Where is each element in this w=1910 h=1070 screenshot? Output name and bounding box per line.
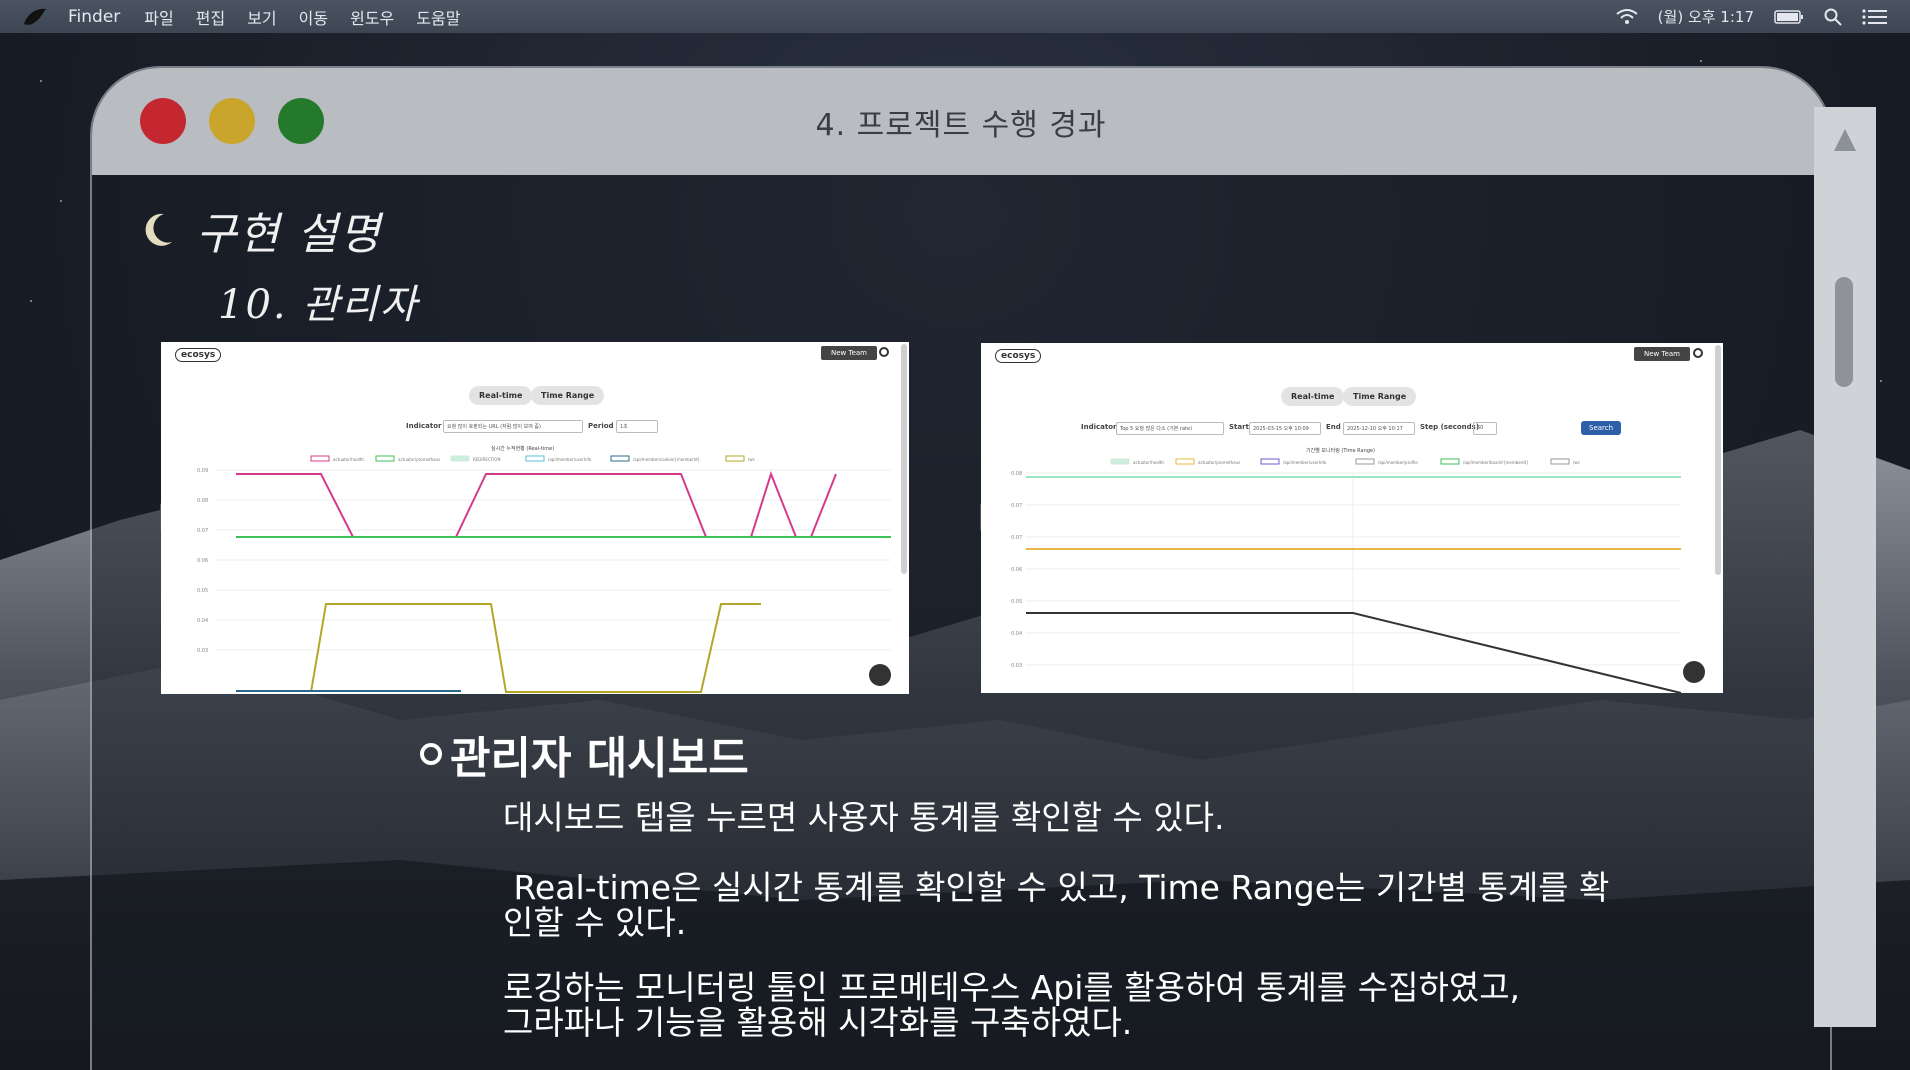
svg-text:actuator/prometheus: actuator/prometheus bbox=[398, 457, 440, 462]
svg-text:/api/member/board/{memberId}: /api/member/board/{memberId} bbox=[1463, 460, 1529, 465]
period-label: Period bbox=[588, 422, 614, 430]
menu-finder[interactable]: Finder bbox=[68, 7, 120, 27]
svg-text:actuator/health: actuator/health bbox=[1133, 460, 1164, 465]
heading-text: 관리자 대시보드 bbox=[450, 733, 749, 784]
time-range-chart: 0.08 0.07 0.07 0.06 0.05 0.04 0.03 actuator/h… bbox=[1011, 458, 1682, 693]
window-title: 4. 프로젝트 수행 경과 bbox=[815, 108, 1107, 143]
user-icon bbox=[879, 347, 889, 357]
paragraph-2: Real-time은 실시간 통계를 확인할 수 있고, Time Range는… bbox=[503, 868, 1610, 942]
paragraph-3-line-1: 로깅하는 모니터링 툴인 프로메테우스 Api를 활용하여 통계를 수집하였고, bbox=[503, 968, 1521, 1007]
svg-text:0.07: 0.07 bbox=[197, 528, 208, 534]
period-select: 1초 bbox=[616, 420, 658, 433]
menu-bar: Finder 파일 편집 보기 이동 윈도우 도움말 (월) 오후 1:17 bbox=[0, 0, 1910, 33]
svg-text:0.07: 0.07 bbox=[1011, 535, 1022, 541]
tab-time-range: Time Range bbox=[531, 386, 605, 405]
svg-text:0.05: 0.05 bbox=[197, 588, 208, 594]
svg-text:/ws: /ws bbox=[748, 457, 755, 462]
battery-icon[interactable] bbox=[1774, 9, 1804, 25]
svg-text:/api/member/profile: /api/member/profile bbox=[1378, 460, 1418, 465]
svg-text:/ws: /ws bbox=[1573, 460, 1580, 465]
scrollbar[interactable] bbox=[1814, 107, 1876, 1027]
paragraph-2-line-2: 인할 수 있다. bbox=[503, 903, 687, 942]
svg-text:0.06: 0.06 bbox=[1011, 567, 1022, 573]
paragraph-1: 대시보드 탭을 누르면 사용자 통계를 확인할 수 있다. bbox=[503, 798, 1225, 837]
menu-help[interactable]: 도움말 bbox=[416, 5, 460, 29]
section-heading: 관리자 대시보드 bbox=[420, 722, 749, 786]
svg-text:REDIRECTION: REDIRECTION bbox=[473, 457, 500, 462]
svg-text:0.03: 0.03 bbox=[197, 648, 208, 654]
svg-text:actuator/prometheus: actuator/prometheus bbox=[1198, 460, 1240, 465]
new-team-button: New Team bbox=[1634, 347, 1690, 361]
app-logo: ecosys bbox=[175, 348, 222, 362]
scroll-up-arrow-icon[interactable] bbox=[1834, 129, 1856, 151]
chat-float-button bbox=[869, 664, 891, 686]
menu-go[interactable]: 이동 bbox=[299, 5, 328, 29]
svg-text:/api/member/userInfo: /api/member/userInfo bbox=[548, 457, 592, 462]
realtime-dashboard-screenshot: ecosys New Team Real-time Time Range Ind… bbox=[161, 342, 909, 694]
menu-window[interactable]: 윈도우 bbox=[350, 5, 394, 29]
indicator-label: Indicator bbox=[1081, 423, 1117, 431]
search-button: Search bbox=[1581, 421, 1622, 435]
scroll-thumb[interactable] bbox=[1835, 277, 1853, 387]
status-area: (월) 오후 1:17 bbox=[1616, 6, 1888, 27]
svg-text:/api/member/cookie/{memberId}: /api/member/cookie/{memberId} bbox=[633, 457, 701, 462]
start-datetime: 2025-03-15 오후 10:09 bbox=[1249, 422, 1321, 435]
chat-float-button bbox=[1683, 661, 1705, 683]
clock[interactable]: (월) 오후 1:17 bbox=[1658, 6, 1754, 27]
menu-file[interactable]: 파일 bbox=[144, 5, 173, 29]
user-icon bbox=[1693, 348, 1703, 358]
section-subtitle: 10. 관리자 bbox=[218, 282, 419, 328]
menu-edit[interactable]: 편집 bbox=[196, 5, 225, 29]
bullet-ring-icon bbox=[420, 743, 442, 765]
svg-text:0.04: 0.04 bbox=[1011, 631, 1022, 637]
left-shot-scrollbar bbox=[901, 344, 907, 574]
indicator-select: 요청 많이 호출되는 URL (처럼 많이 보여 줌) bbox=[443, 420, 583, 433]
menu-view[interactable]: 보기 bbox=[247, 5, 276, 29]
chart-caption: 실시간 누적현황 (Real-time) bbox=[491, 446, 555, 452]
tab-real-time: Real-time bbox=[469, 386, 533, 405]
svg-text:0.04: 0.04 bbox=[197, 618, 208, 624]
apple-logo-icon[interactable] bbox=[22, 6, 48, 28]
svg-text:0.03: 0.03 bbox=[1011, 663, 1022, 669]
window-titlebar[interactable]: 4. 프로젝트 수행 경과 bbox=[92, 68, 1830, 175]
end-label: End bbox=[1326, 423, 1341, 431]
tab-real-time: Real-time bbox=[1281, 387, 1345, 406]
notification-center-icon[interactable] bbox=[1862, 8, 1888, 25]
svg-text:0.08: 0.08 bbox=[197, 498, 208, 504]
app-logo: ecosys bbox=[995, 349, 1042, 363]
paragraph-3: 로깅하는 모니터링 툴인 프로메테우스 Api를 활용하여 통계를 수집하였고,… bbox=[503, 970, 1603, 1040]
wifi-icon[interactable] bbox=[1616, 8, 1638, 25]
tab-time-range: Time Range bbox=[1343, 387, 1417, 406]
svg-text:actuator/health: actuator/health bbox=[333, 457, 364, 462]
right-shot-scrollbar bbox=[1715, 345, 1721, 575]
indicator-label: Indicator bbox=[406, 422, 442, 430]
paragraph-3-line-2: 그라파나 기능을 활용해 시각화를 구축하였다. bbox=[503, 1003, 1133, 1042]
svg-text:0.06: 0.06 bbox=[197, 558, 208, 564]
time-range-dashboard-screenshot: ecosys New Team Real-time Time Range Ind… bbox=[981, 343, 1723, 693]
paragraph-2-line-1: Real-time은 실시간 통계를 확인할 수 있고, Time Range는… bbox=[503, 868, 1610, 907]
svg-text:/api/member/userInfo: /api/member/userInfo bbox=[1283, 460, 1327, 465]
crescent-moon-icon bbox=[145, 213, 172, 246]
svg-text:0.09: 0.09 bbox=[197, 468, 208, 474]
svg-text:0.08: 0.08 bbox=[1011, 471, 1022, 477]
indicator-select: Top 5 요청 많은 다소 (기본 rate) bbox=[1116, 422, 1224, 435]
new-team-button: New Team bbox=[821, 346, 877, 360]
end-datetime: 2025-12-10 오후 10:17 bbox=[1343, 422, 1415, 435]
step-label: Step (seconds) bbox=[1420, 423, 1480, 431]
step-input: 60 bbox=[1473, 422, 1497, 435]
realtime-chart: 0.09 0.08 0.07 0.06 0.05 0.04 0.03 actuator/h… bbox=[197, 455, 891, 693]
section-title: 구현 설명 bbox=[196, 209, 382, 260]
start-label: Start bbox=[1229, 423, 1249, 431]
svg-text:0.05: 0.05 bbox=[1011, 599, 1022, 605]
spotlight-search-icon[interactable] bbox=[1824, 8, 1842, 26]
svg-text:0.07: 0.07 bbox=[1011, 503, 1022, 509]
